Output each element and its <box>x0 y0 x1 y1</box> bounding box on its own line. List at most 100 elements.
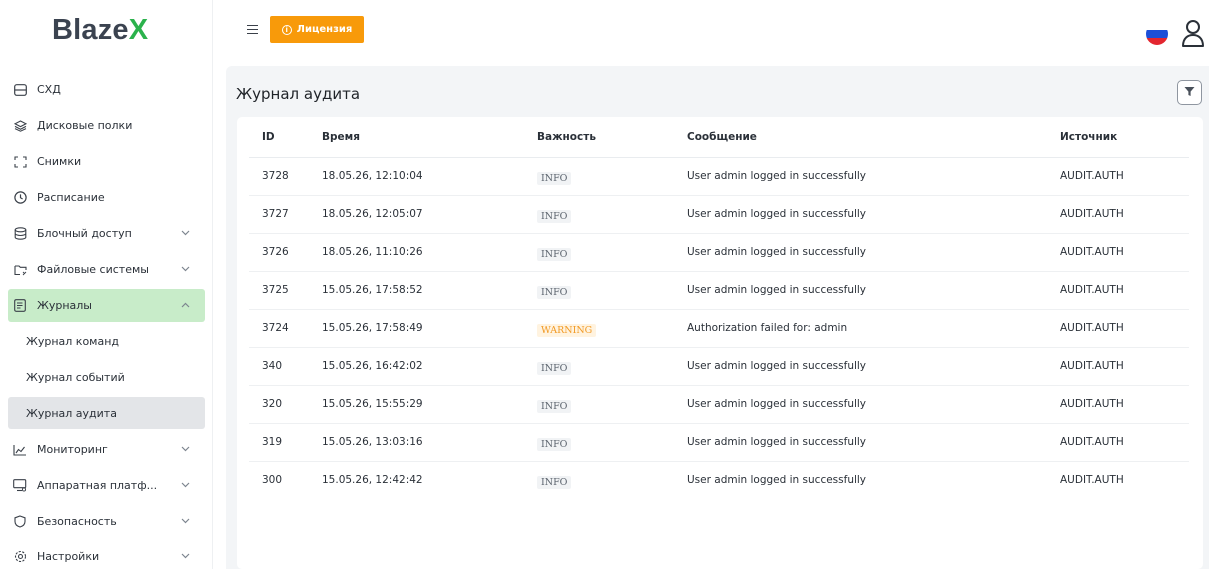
table-row[interactable]: 3727 18.05.26, 12:05:07 INFO User admin … <box>249 195 1189 234</box>
layers-icon <box>13 119 27 133</box>
sidebar-item-label: Снимки <box>37 155 82 168</box>
filter-button[interactable] <box>1177 80 1202 105</box>
chevron-down-icon <box>181 265 191 275</box>
user-icon[interactable] <box>1180 18 1206 48</box>
cell-source: AUDIT.AUTH <box>1060 423 1189 462</box>
info-icon: i <box>281 24 292 35</box>
column-header-severity[interactable]: Важность <box>537 117 687 158</box>
cell-time: 18.05.26, 12:05:07 <box>322 195 537 234</box>
cell-time: 15.05.26, 17:58:49 <box>322 309 537 348</box>
sidebar-item-label: Дисковые полки <box>37 119 133 132</box>
cell-id: 3728 <box>249 157 322 196</box>
cell-message: User admin logged in successfully <box>687 233 1060 272</box>
cell-id: 320 <box>249 385 322 424</box>
menu-toggle-icon[interactable] <box>247 25 258 35</box>
sidebar-item-snapshots[interactable]: Снимки <box>8 145 205 178</box>
severity-badge: INFO <box>537 209 572 223</box>
topbar: i Лицензия <box>214 0 1209 62</box>
audit-log-table: ID Время Важность Сообщение Источник 372… <box>249 117 1189 499</box>
sidebar-item-label: Мониторинг <box>37 443 108 456</box>
folder-icon <box>13 263 27 277</box>
cell-message: Authorization failed for: admin <box>687 309 1060 348</box>
sidebar-item-block-access[interactable]: Блочный доступ <box>8 217 205 250</box>
hardware-icon <box>13 479 27 493</box>
cell-source: AUDIT.AUTH <box>1060 474 1124 487</box>
table-header-row: ID Время Важность Сообщение Источник <box>249 117 1189 158</box>
table-row[interactable]: 3728 18.05.26, 12:10:04 INFO User admin … <box>249 157 1189 196</box>
cell-id: 3725 <box>249 271 322 310</box>
table-row[interactable]: 320 15.05.26, 15:55:29 INFO User admin l… <box>249 385 1189 424</box>
column-header-id[interactable]: ID <box>249 117 322 158</box>
column-header-source[interactable]: Источник <box>1060 117 1189 158</box>
license-button[interactable]: i Лицензия <box>270 16 364 43</box>
cell-source: AUDIT.AUTH <box>1060 347 1189 386</box>
language-flag-icon[interactable] <box>1146 23 1168 45</box>
table-row[interactable]: 340 15.05.26, 16:42:02 INFO User admin l… <box>249 347 1189 386</box>
chart-icon <box>13 443 27 457</box>
sidebar-item-settings[interactable]: Настройки <box>8 540 205 573</box>
severity-badge: INFO <box>537 171 572 185</box>
cell-id: 3726 <box>249 233 322 272</box>
cell-id: 3724 <box>249 309 322 348</box>
cell-source: AUDIT.AUTH <box>1060 385 1189 424</box>
sidebar-item-label: Журналы <box>37 299 92 312</box>
table-row[interactable]: 319 15.05.26, 13:03:16 INFO User admin l… <box>249 423 1189 462</box>
cell-source: AUDIT.AUTH <box>1060 309 1189 348</box>
clock-icon <box>13 191 27 205</box>
sidebar-item-file-systems[interactable]: Файловые системы <box>8 253 205 286</box>
cell-message: User admin logged in successfully <box>687 423 1060 462</box>
sidebar-item-storage[interactable]: СХД <box>8 73 205 106</box>
sidebar: BlazeX СХД Дисковые полки Снимки Расписа… <box>0 0 213 569</box>
table-row[interactable]: 3725 15.05.26, 17:58:52 INFO User admin … <box>249 271 1189 310</box>
cell-source: AUDIT.AUTH <box>1060 157 1189 196</box>
journal-icon <box>13 299 27 313</box>
filter-icon <box>1184 86 1195 100</box>
cell-time: 15.05.26, 17:58:52 <box>322 271 537 310</box>
column-header-time[interactable]: Время <box>322 117 537 158</box>
cell-time: 15.05.26, 15:55:29 <box>322 385 537 424</box>
chevron-down-icon <box>181 445 191 455</box>
sidebar-item-label: Расписание <box>37 191 105 204</box>
table-row[interactable]: 3724 15.05.26, 17:58:49 WARNING Authoriz… <box>249 309 1189 348</box>
main-content: Журнал аудита ID Время Важность Сообщени… <box>226 66 1209 569</box>
column-header-message[interactable]: Сообщение <box>687 117 1060 158</box>
logo[interactable]: BlazeX <box>52 14 148 47</box>
sidebar-item-label: Настройки <box>37 550 100 563</box>
sidebar-item-disk-shelves[interactable]: Дисковые полки <box>8 109 205 142</box>
sidebar-subitem-audit-log[interactable]: Журнал аудита <box>8 397 205 429</box>
cell-message: User admin logged in successfully <box>687 195 1060 234</box>
page-title: Журнал аудита <box>236 85 361 103</box>
severity-badge: INFO <box>537 437 572 451</box>
sidebar-item-hardware[interactable]: Аппаратная платф... <box>8 469 205 502</box>
sidebar-subitem-event-log[interactable]: Журнал событий <box>8 361 205 393</box>
database-icon <box>13 227 27 241</box>
storage-icon <box>13 83 27 97</box>
sidebar-item-security[interactable]: Безопасность <box>8 505 205 538</box>
severity-badge: INFO <box>537 475 572 489</box>
cell-id: 300 <box>262 474 283 487</box>
sidebar-item-label: Блочный доступ <box>37 227 132 240</box>
cell-time: 15.05.26, 12:42:42 <box>322 474 423 487</box>
cell-message: User admin logged in successfully <box>687 271 1060 310</box>
sidebar-item-monitoring[interactable]: Мониторинг <box>8 433 205 466</box>
sidebar-item-label: Файловые системы <box>37 263 149 276</box>
cell-id: 3727 <box>249 195 322 234</box>
cell-source: AUDIT.AUTH <box>1060 195 1189 234</box>
cell-message: User admin logged in successfully <box>687 157 1060 196</box>
sidebar-item-label: Безопасность <box>37 515 117 528</box>
severity-badge: INFO <box>537 361 572 375</box>
chevron-down-icon <box>181 517 191 527</box>
sidebar-item-journals[interactable]: Журналы <box>8 289 205 322</box>
severity-badge: INFO <box>537 285 572 299</box>
cell-time: 15.05.26, 16:42:02 <box>322 347 537 386</box>
cell-id: 319 <box>249 423 322 462</box>
cell-message: User admin logged in successfully <box>687 347 1060 386</box>
table-row[interactable]: 300 15.05.26, 12:42:42 INFO User admin l… <box>249 461 1189 499</box>
severity-badge: INFO <box>537 399 572 413</box>
sidebar-item-schedule[interactable]: Расписание <box>8 181 205 214</box>
sidebar-subitem-command-log[interactable]: Журнал команд <box>8 325 205 357</box>
table-row[interactable]: 3726 18.05.26, 11:10:26 INFO User admin … <box>249 233 1189 272</box>
chevron-down-icon <box>181 552 191 562</box>
cell-time: 18.05.26, 11:10:26 <box>322 233 537 272</box>
chevron-down-icon <box>181 481 191 491</box>
